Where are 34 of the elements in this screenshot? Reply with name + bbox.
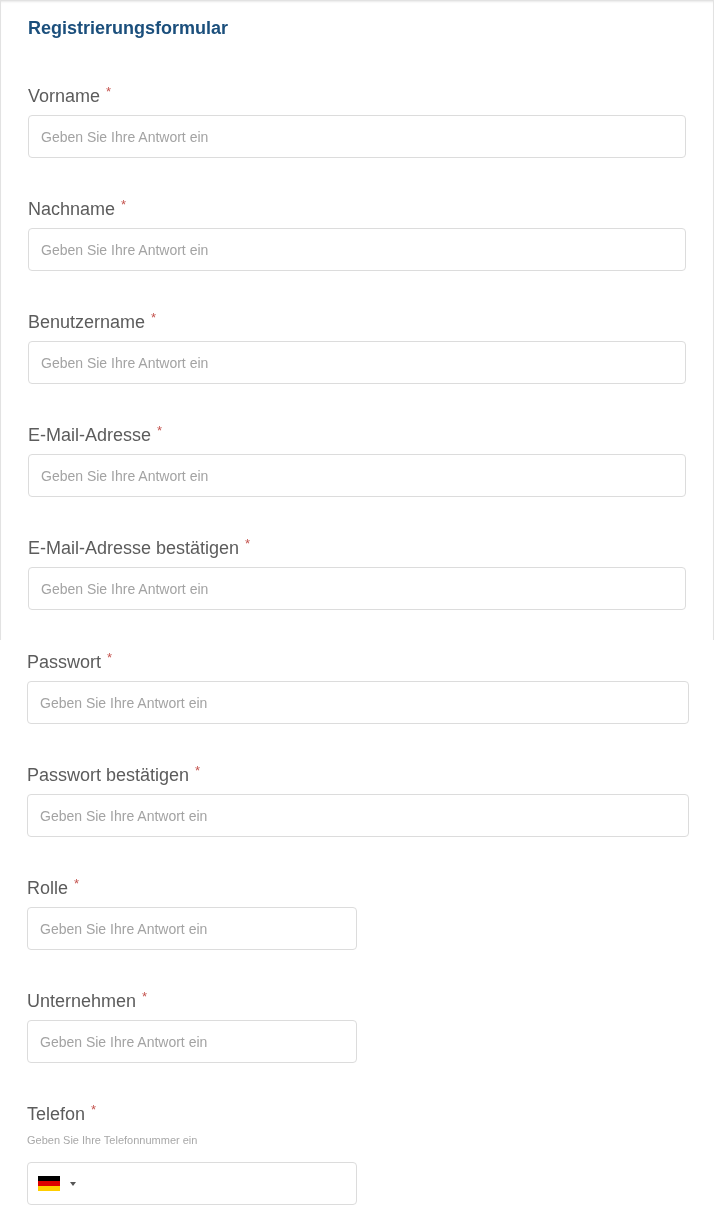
field-label: E-Mail-Adresse <box>28 424 152 447</box>
form-title: Registrierungsformular <box>28 17 230 40</box>
required-asterisk: * <box>107 650 113 666</box>
text-input[interactable]: Geben Sie Ihre Antwort ein <box>27 794 689 837</box>
required-asterisk: * <box>106 84 112 100</box>
text-input[interactable]: Geben Sie Ihre Antwort ein <box>28 454 686 497</box>
field-label: Benutzername <box>28 311 146 334</box>
phone-input[interactable] <box>27 1162 357 1205</box>
text-input[interactable]: Geben Sie Ihre Antwort ein <box>28 341 686 384</box>
field-label: Unternehmen <box>27 990 137 1013</box>
field-label: Telefon <box>27 1103 86 1126</box>
text-input[interactable]: Geben Sie Ihre Antwort ein <box>28 228 686 271</box>
required-asterisk: * <box>91 1102 97 1118</box>
field-label: E-Mail-Adresse bestätigen <box>28 537 240 560</box>
required-asterisk: * <box>157 423 163 439</box>
text-input[interactable]: Geben Sie Ihre Antwort ein <box>28 567 686 610</box>
field-label: Nachname <box>28 198 116 221</box>
text-input[interactable]: Geben Sie Ihre Antwort ein <box>27 681 689 724</box>
field-label: Vorname <box>28 85 101 108</box>
required-asterisk: * <box>151 310 157 326</box>
required-asterisk: * <box>121 197 127 213</box>
caret-icon[interactable] <box>70 1181 76 1186</box>
field-label: Rolle <box>27 877 69 900</box>
field-label: Passwort <box>27 651 102 674</box>
required-asterisk: * <box>195 763 201 779</box>
field-label: Passwort bestätigen <box>27 764 190 787</box>
text-input[interactable]: Geben Sie Ihre Antwort ein <box>28 115 686 158</box>
field-hint: Geben Sie Ihre Telefonnummer ein <box>27 1133 198 1148</box>
required-asterisk: * <box>245 536 251 552</box>
flag-icon[interactable] <box>38 1176 60 1191</box>
text-input[interactable]: Geben Sie Ihre Antwort ein <box>27 1020 357 1063</box>
required-asterisk: * <box>142 989 148 1005</box>
required-asterisk: * <box>74 876 80 892</box>
text-input[interactable]: Geben Sie Ihre Antwort ein <box>27 907 357 950</box>
